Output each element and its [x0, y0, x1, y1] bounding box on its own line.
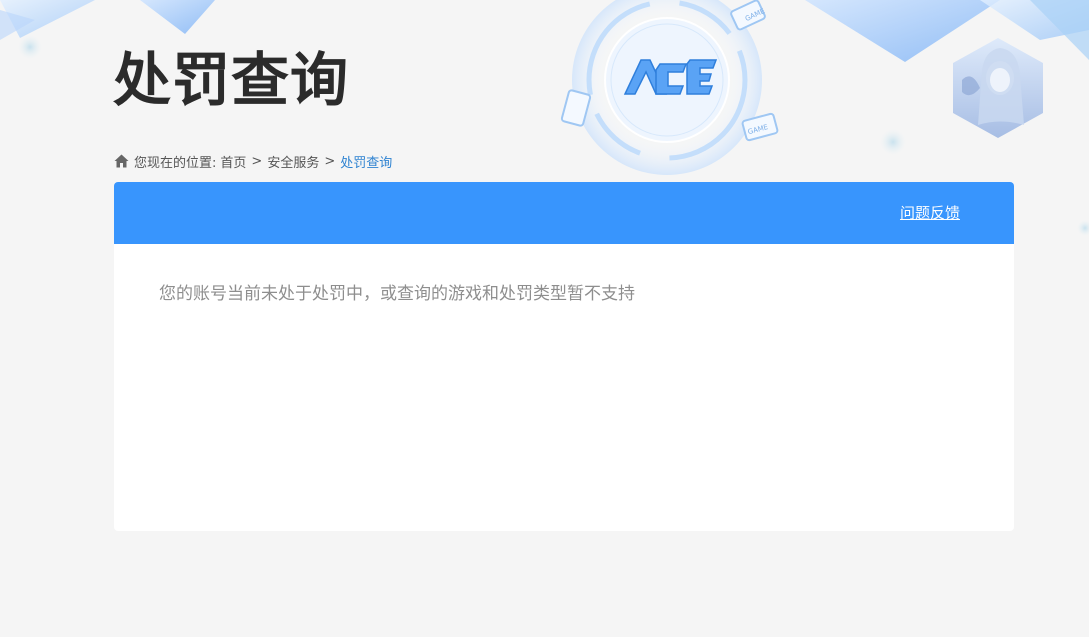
breadcrumb-separator: > [251, 153, 263, 169]
breadcrumb-item-security-service[interactable]: 安全服务 [267, 152, 319, 171]
breadcrumb: 您现在的位置: 首页 > 安全服务 > 处罚查询 [114, 151, 392, 171]
breadcrumb-prefix: 您现在的位置: [134, 155, 217, 171]
status-message: 您的账号当前未处于处罚中，或查询的游戏和处罚类型暂不支持 [159, 284, 635, 304]
panel-header: 问题反馈 [114, 182, 1014, 244]
breadcrumb-item-current: 处罚查询 [340, 155, 393, 171]
result-panel: 问题反馈 您的账号当前未处于处罚中，或查询的游戏和处罚类型暂不支持 [114, 182, 1014, 531]
home-icon [114, 154, 129, 168]
breadcrumb-separator: > [324, 153, 336, 169]
breadcrumb-item-home[interactable]: 首页 [220, 152, 246, 171]
panel-body: 您的账号当前未处于处罚中，或查询的游戏和处罚类型暂不支持 [114, 244, 1014, 344]
feedback-link[interactable]: 问题反馈 [900, 202, 960, 224]
ace-logo-icon: GAME GAME [560, 0, 779, 175]
character-avatar-icon [953, 38, 1043, 138]
page-title: 处罚查询 [113, 46, 350, 114]
